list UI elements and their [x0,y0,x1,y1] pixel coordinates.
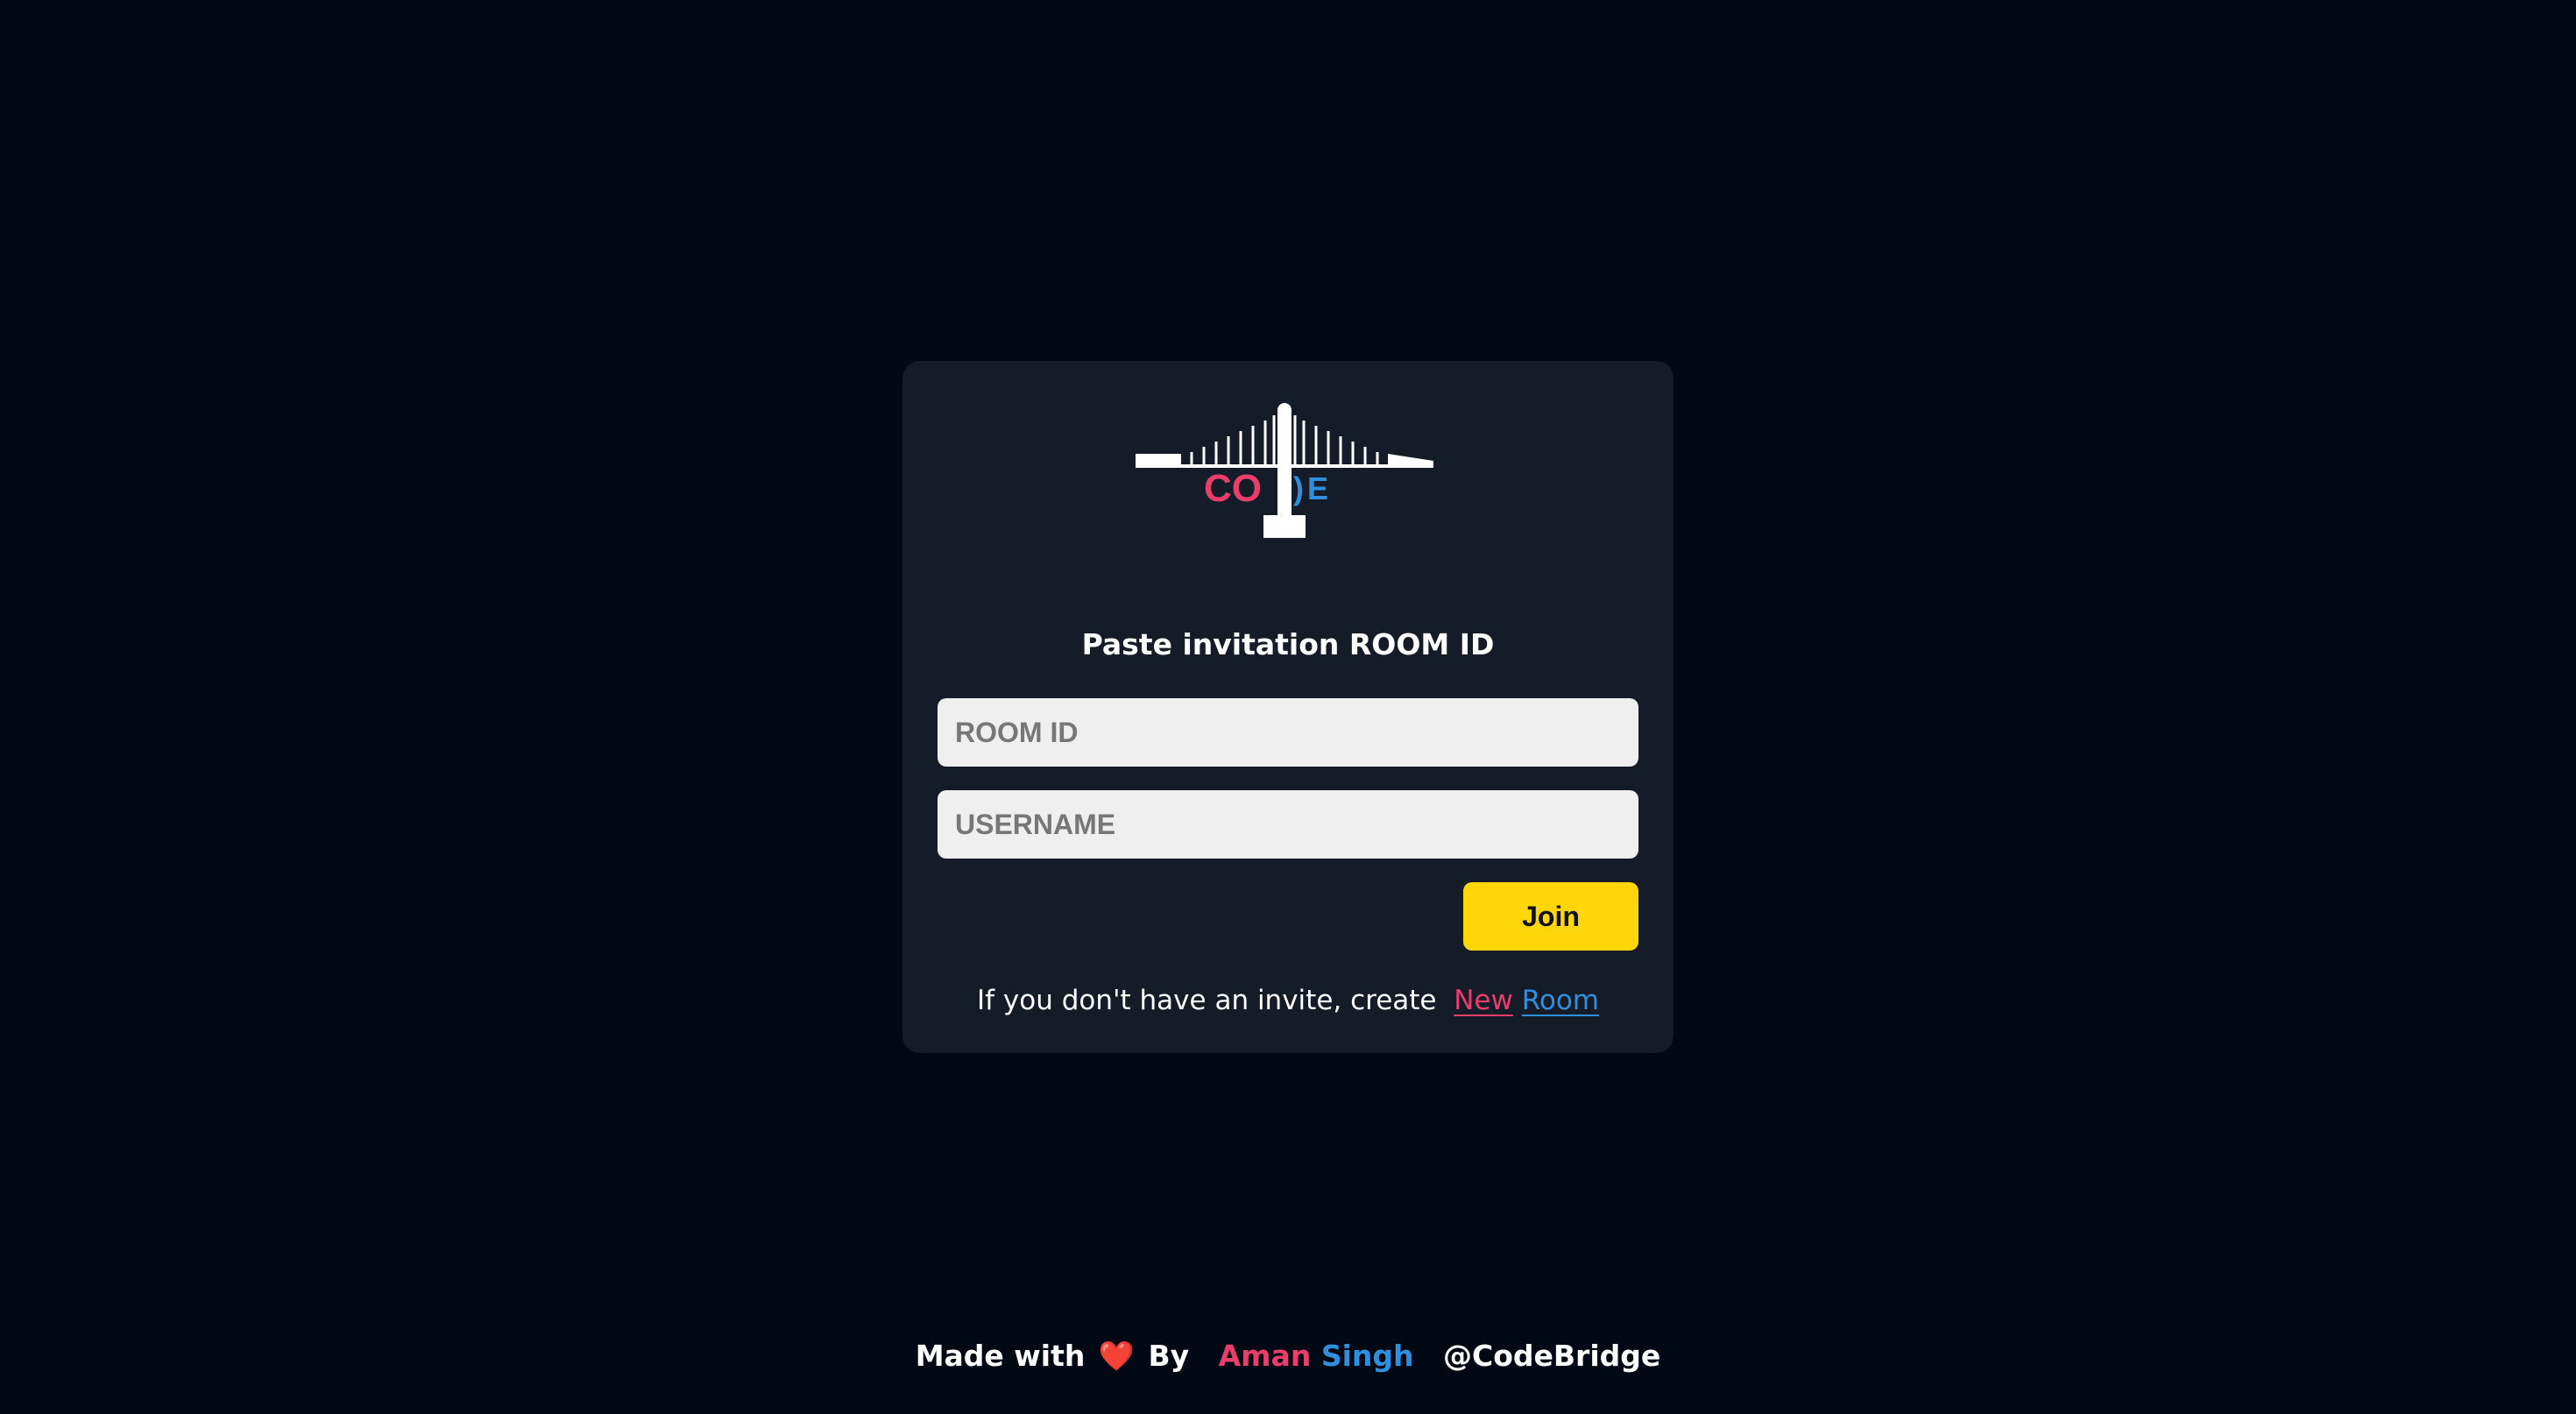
form-heading: Paste invitation ROOM ID [1081,627,1495,661]
logo-deck-right [1388,454,1433,468]
room-id-input[interactable] [938,698,1638,767]
new-room-link-room[interactable]: Room [1522,985,1599,1016]
author-last-name: Singh [1320,1339,1414,1373]
join-room-card: CO ) E Paste invitation ROOM ID Join If … [902,361,1674,1053]
invite-text: If you don't have an invite, create [976,985,1437,1016]
logo-text-right: E [1307,470,1328,506]
author-first-name: Aman [1218,1339,1312,1373]
username-input[interactable] [938,790,1638,859]
logo-pylon [1277,403,1292,526]
heart-icon: ❤️ [1098,1339,1135,1373]
footer-handle: @CodeBridge [1443,1339,1661,1373]
footer-by: By [1148,1339,1190,1373]
join-button[interactable]: Join [1463,882,1638,951]
svg-text:): ) [1293,470,1304,506]
new-room-link-new[interactable]: New [1454,985,1513,1016]
logo-text-left: CO [1204,467,1262,510]
footer-made-with: Made with [915,1339,1086,1373]
invite-hint: If you don't have an invite, create New … [902,985,1674,1016]
footer: Made with ❤️ By Aman Singh @CodeBridge [0,1339,2576,1374]
codebridge-logo: CO ) E [1136,403,1433,538]
